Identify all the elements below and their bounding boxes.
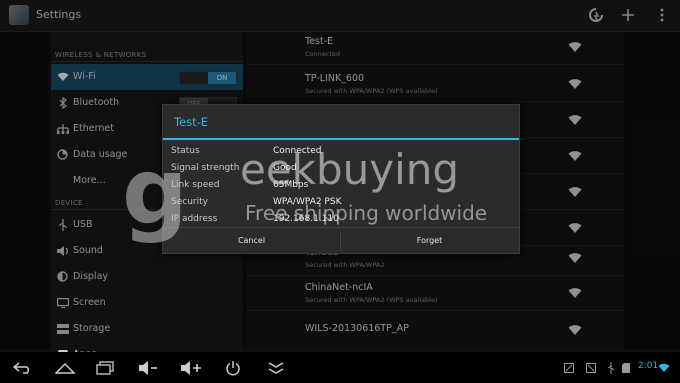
notification-icon	[584, 358, 598, 378]
power-icon[interactable]	[222, 358, 244, 378]
screenshot-icon	[562, 358, 576, 378]
recent-apps-icon[interactable]	[94, 358, 116, 378]
dialog-button-bar: Cancel Forget	[163, 227, 519, 254]
dialog-title: Test-E	[174, 115, 209, 129]
detail-value: 192.168.1.110	[273, 214, 339, 224]
detail-row-link-speed: Link speed 65Mbps	[163, 180, 519, 194]
detail-row-security: Security WPA/WPA2 PSK	[163, 197, 519, 211]
back-icon[interactable]	[12, 358, 34, 378]
system-navigation-bar: 2:01	[0, 352, 680, 383]
dialog-title-divider	[163, 138, 519, 140]
detail-value: WPA/WPA2 PSK	[273, 197, 342, 207]
cancel-button[interactable]: Cancel	[163, 228, 340, 254]
detail-value: Good	[273, 163, 297, 173]
forget-button[interactable]: Forget	[341, 228, 518, 254]
wifi-status-icon	[656, 358, 672, 378]
detail-value: Connected	[273, 146, 322, 156]
network-details-dialog: Test-E Status Connected Signal strength …	[162, 104, 520, 254]
home-icon[interactable]	[54, 358, 76, 378]
usb-debug-icon	[604, 358, 618, 378]
detail-label: Signal strength	[171, 163, 240, 173]
detail-label: Link speed	[171, 180, 220, 190]
volume-up-icon[interactable]	[180, 358, 202, 378]
detail-row-signal-strength: Signal strength Good	[163, 163, 519, 177]
hide-bar-icon[interactable]	[265, 358, 287, 378]
detail-row-status: Status Connected	[163, 146, 519, 160]
volume-down-icon[interactable]	[138, 358, 160, 378]
detail-row-ip-address: IP address 192.168.1.110	[163, 214, 519, 228]
sd-card-icon	[619, 358, 633, 378]
detail-label: Security	[171, 197, 208, 207]
detail-label: Status	[171, 146, 200, 156]
detail-value: 65Mbps	[273, 180, 309, 190]
detail-label: IP address	[171, 214, 218, 224]
